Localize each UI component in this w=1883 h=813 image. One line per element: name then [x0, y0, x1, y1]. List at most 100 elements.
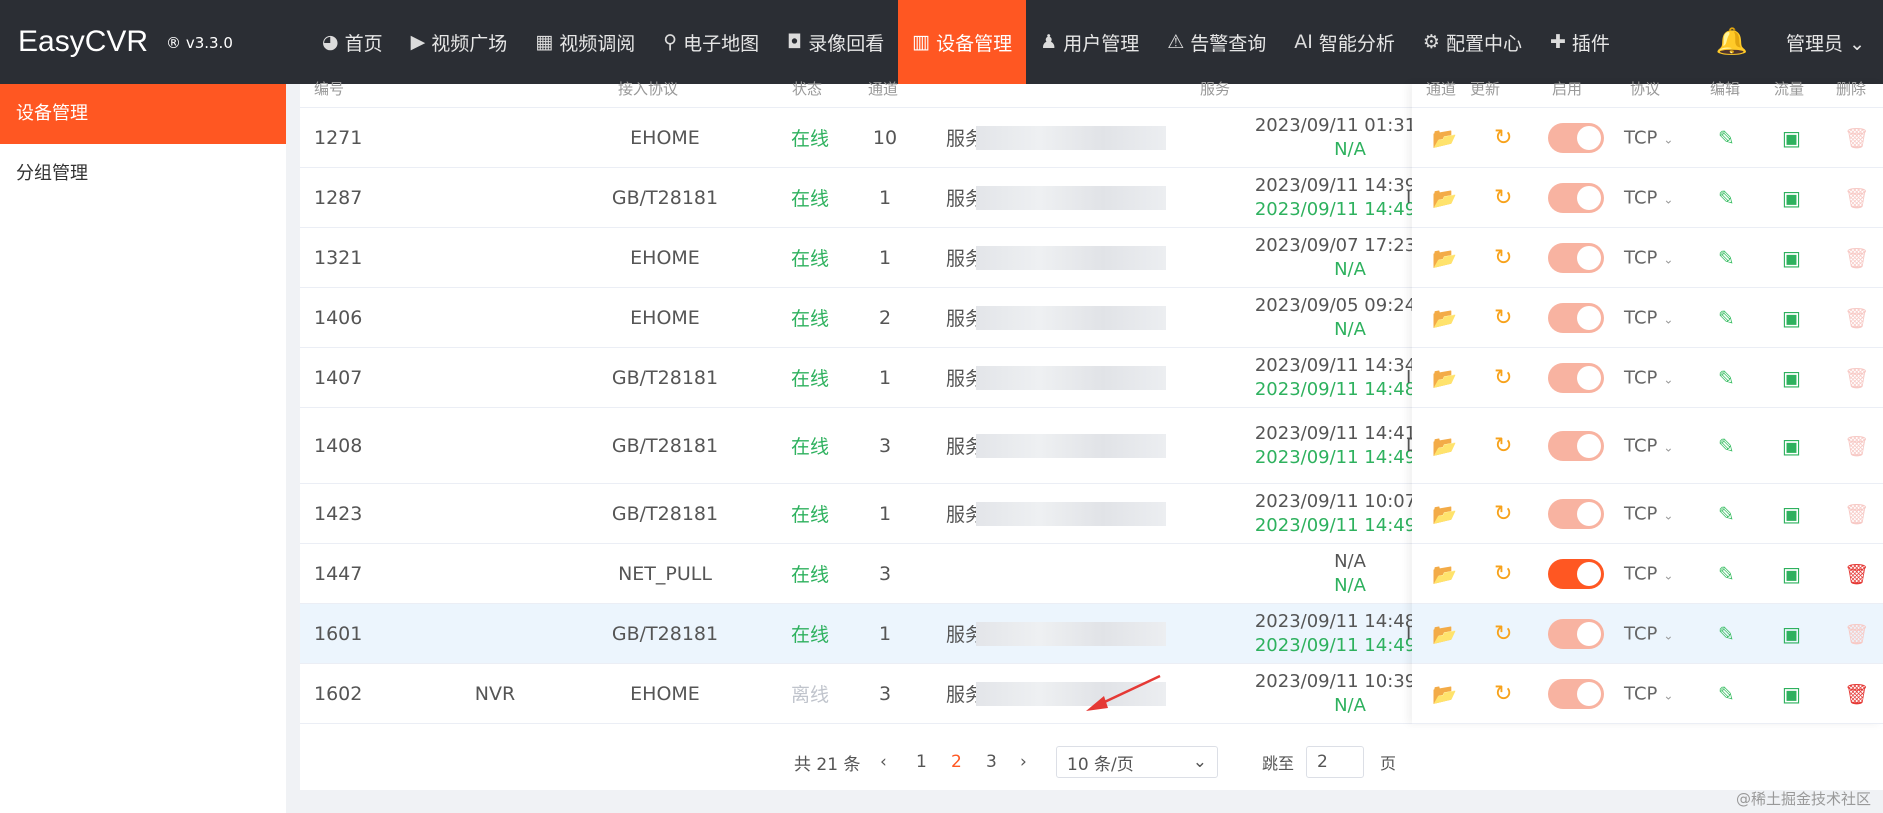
bell-icon[interactable]: 🔔: [1716, 27, 1748, 57]
next-page-icon[interactable]: ›: [1020, 752, 1027, 772]
edit-icon[interactable]: ✎: [1718, 126, 1735, 150]
nav-item-7[interactable]: ⚠ 告警查询: [1153, 0, 1280, 84]
trash-icon[interactable]: 🗑: [1844, 682, 1869, 706]
protocol-select[interactable]: TCP ⌄: [1624, 187, 1673, 208]
enable-toggle[interactable]: [1548, 678, 1604, 709]
protocol-select[interactable]: TCP ⌄: [1624, 307, 1673, 328]
jump-input[interactable]: [1306, 746, 1364, 778]
nav-item-1[interactable]: ▶ 视频广场: [397, 0, 522, 84]
page-3[interactable]: 3: [986, 752, 997, 772]
edit-icon[interactable]: ✎: [1718, 682, 1735, 706]
nav-item-9[interactable]: ⚙ 配置中心: [1409, 0, 1536, 84]
protocol-value: TCP: [1624, 503, 1658, 524]
refresh-icon[interactable]: ↻: [1494, 501, 1512, 526]
enable-toggle[interactable]: [1548, 182, 1604, 213]
chart-icon[interactable]: ▣: [1782, 502, 1801, 526]
folder-icon[interactable]: 📂: [1432, 562, 1457, 586]
edit-icon[interactable]: ✎: [1718, 622, 1735, 646]
enable-toggle[interactable]: [1548, 242, 1604, 273]
chart-icon[interactable]: ▣: [1782, 186, 1801, 210]
refresh-icon[interactable]: ↻: [1494, 305, 1512, 330]
refresh-icon[interactable]: ↻: [1494, 185, 1512, 210]
nav-item-6[interactable]: ♟ 用户管理: [1026, 0, 1153, 84]
folder-icon[interactable]: 📂: [1432, 246, 1457, 270]
folder-icon[interactable]: 📂: [1432, 682, 1457, 706]
chart-icon[interactable]: ▣: [1782, 306, 1801, 330]
trash-icon[interactable]: 🗑: [1844, 126, 1869, 150]
enable-toggle[interactable]: [1548, 362, 1604, 393]
protocol-select[interactable]: TCP ⌄: [1624, 127, 1673, 148]
nav-item-10[interactable]: ✚ 插件: [1536, 0, 1624, 84]
folder-icon[interactable]: 📂: [1432, 434, 1457, 458]
trash-icon[interactable]: 🗑: [1844, 622, 1869, 646]
chart-icon[interactable]: ▣: [1782, 682, 1801, 706]
nav-item-4[interactable]: ◘ 录像回看: [773, 0, 898, 84]
refresh-icon[interactable]: ↻: [1494, 365, 1512, 390]
protocol-value: TCP: [1624, 435, 1658, 456]
sidebar-item-group[interactable]: 分组管理: [0, 144, 286, 204]
edit-icon[interactable]: ✎: [1718, 306, 1735, 330]
page-2[interactable]: 2: [951, 752, 962, 772]
trash-icon[interactable]: 🗑: [1844, 306, 1869, 330]
enable-toggle[interactable]: [1548, 430, 1604, 461]
user-menu[interactable]: 管理员 ⌄: [1786, 29, 1865, 56]
refresh-icon[interactable]: ↻: [1494, 433, 1512, 458]
refresh-icon[interactable]: ↻: [1494, 245, 1512, 270]
nav-item-2[interactable]: ▦ 视频调阅: [521, 0, 649, 84]
nav-item-5[interactable]: ▥ 设备管理: [898, 0, 1027, 84]
protocol-select[interactable]: TCP ⌄: [1624, 563, 1673, 584]
folder-icon[interactable]: 📂: [1432, 366, 1457, 390]
sidebar-item-device[interactable]: 设备管理: [0, 84, 286, 144]
protocol-select[interactable]: TCP ⌄: [1624, 623, 1673, 644]
refresh-icon[interactable]: ↻: [1494, 125, 1512, 150]
trash-icon[interactable]: 🗑: [1844, 186, 1869, 210]
prev-page-icon[interactable]: ‹: [880, 752, 887, 772]
protocol-select[interactable]: TCP ⌄: [1624, 683, 1673, 704]
refresh-icon[interactable]: ↻: [1494, 561, 1512, 586]
edit-icon[interactable]: ✎: [1718, 502, 1735, 526]
header-srv: 服务: [1200, 80, 1231, 98]
folder-icon[interactable]: 📂: [1432, 306, 1457, 330]
protocol-select[interactable]: TCP ⌄: [1624, 503, 1673, 524]
nav-item-8[interactable]: AI 智能分析: [1280, 0, 1409, 84]
edit-icon[interactable]: ✎: [1718, 186, 1735, 210]
actions-row: 📂 ↻ TCP ⌄ ✎ ▣ 🗑: [1412, 348, 1883, 408]
trash-icon[interactable]: 🗑: [1844, 434, 1869, 458]
nav-item-label: 插件: [1571, 32, 1610, 55]
trash-icon[interactable]: 🗑: [1844, 562, 1869, 586]
nav-item-0[interactable]: ◕ 首页: [308, 0, 397, 84]
enable-toggle[interactable]: [1548, 302, 1604, 333]
chart-icon[interactable]: ▣: [1782, 246, 1801, 270]
trash-icon[interactable]: 🗑: [1844, 366, 1869, 390]
refresh-icon[interactable]: ↻: [1494, 621, 1512, 646]
chart-icon[interactable]: ▣: [1782, 434, 1801, 458]
folder-icon[interactable]: 📂: [1432, 622, 1457, 646]
page-size-select[interactable]: 10 条/页 ⌄: [1056, 746, 1218, 778]
enable-toggle[interactable]: [1548, 618, 1604, 649]
trash-icon[interactable]: 🗑: [1844, 502, 1869, 526]
top-navbar: EasyCVR ® v3.3.0 ◕ 首页 ▶ 视频广场 ▦ 视频调阅 ⚲ 电子地图 ◘ 录像回看…: [0, 0, 1883, 84]
refresh-icon[interactable]: ↻: [1494, 681, 1512, 706]
chart-icon[interactable]: ▣: [1782, 622, 1801, 646]
folder-icon[interactable]: 📂: [1432, 502, 1457, 526]
page-1[interactable]: 1: [916, 752, 927, 772]
device-id: 1407: [314, 366, 363, 389]
protocol-select[interactable]: TCP ⌄: [1624, 367, 1673, 388]
protocol-select[interactable]: TCP ⌄: [1624, 435, 1673, 456]
enable-toggle[interactable]: [1548, 498, 1604, 529]
edit-icon[interactable]: ✎: [1718, 366, 1735, 390]
enable-toggle[interactable]: [1548, 558, 1604, 589]
folder-icon[interactable]: 📂: [1432, 186, 1457, 210]
chart-icon[interactable]: ▣: [1782, 126, 1801, 150]
edit-icon[interactable]: ✎: [1718, 562, 1735, 586]
edit-icon[interactable]: ✎: [1718, 246, 1735, 270]
brand[interactable]: EasyCVR ® v3.3.0: [0, 25, 300, 59]
nav-item-3[interactable]: ⚲ 电子地图: [649, 0, 773, 84]
chart-icon[interactable]: ▣: [1782, 562, 1801, 586]
edit-icon[interactable]: ✎: [1718, 434, 1735, 458]
trash-icon[interactable]: 🗑: [1844, 246, 1869, 270]
chart-icon[interactable]: ▣: [1782, 366, 1801, 390]
folder-icon[interactable]: 📂: [1432, 126, 1457, 150]
protocol-select[interactable]: TCP ⌄: [1624, 247, 1673, 268]
enable-toggle[interactable]: [1548, 122, 1604, 153]
